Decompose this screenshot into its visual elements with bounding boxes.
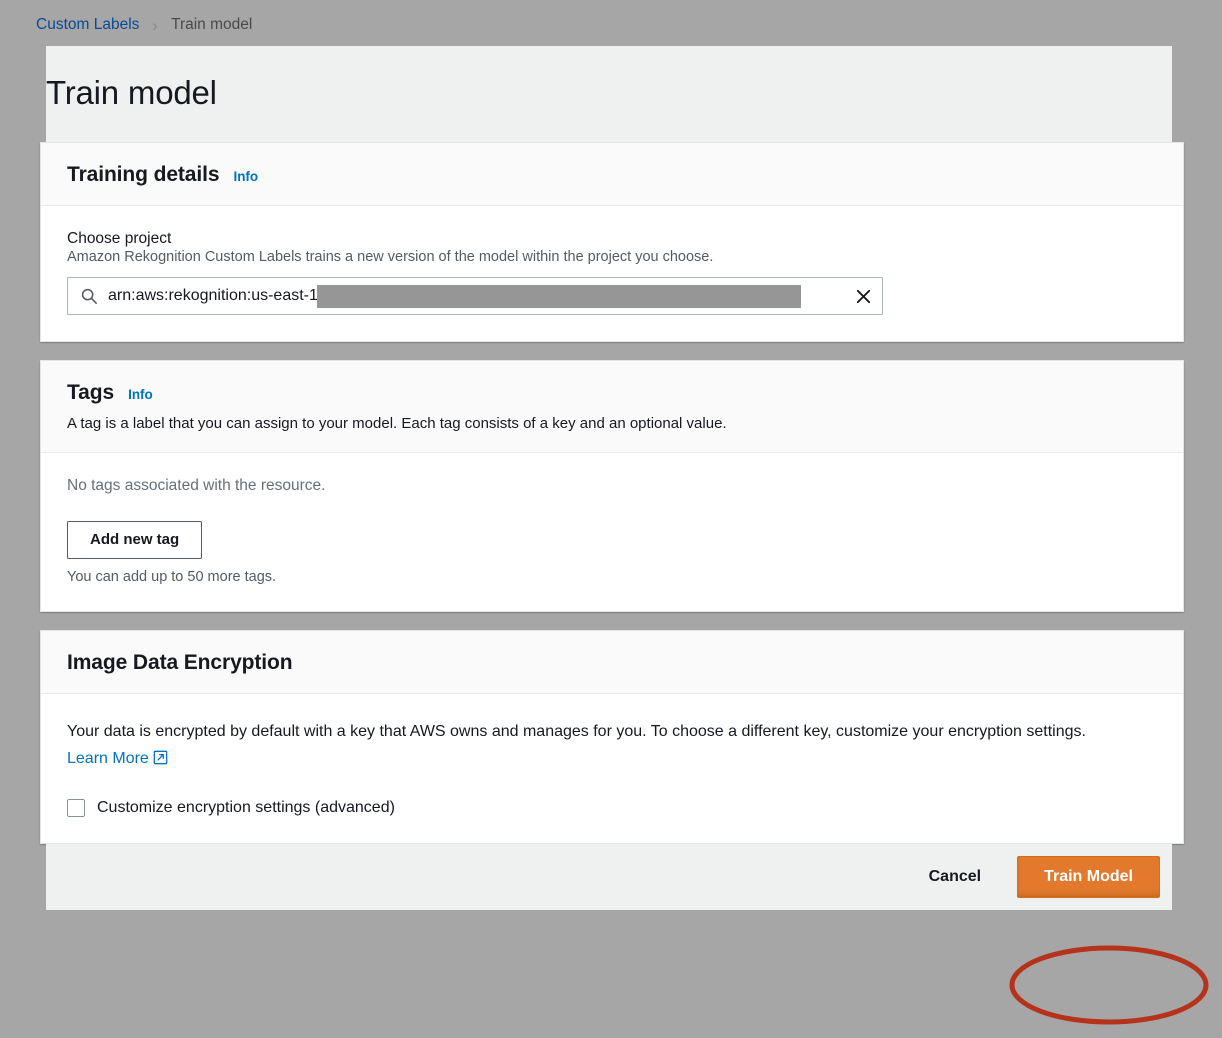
clear-search-button[interactable]	[844, 277, 882, 315]
tags-empty-text: No tags associated with the resource.	[67, 477, 1157, 495]
learn-more-link[interactable]: Learn More	[67, 750, 168, 767]
breadcrumb-current: Train model	[171, 16, 252, 34]
redacted-block	[317, 285, 801, 308]
customize-encryption-row[interactable]: Customize encryption settings (advanced)	[67, 799, 1157, 817]
page-title: Train model	[46, 74, 1172, 112]
form-footer: Cancel Train Model	[46, 844, 1172, 910]
encryption-description-text: Your data is encrypted by default with a…	[67, 723, 1086, 740]
training-details-body: Choose project Amazon Rekognition Custom…	[41, 206, 1183, 341]
encryption-header: Image Data Encryption	[41, 631, 1183, 694]
training-details-info-link[interactable]: Info	[233, 169, 258, 184]
tags-header: Tags Info A tag is a label that you can …	[41, 361, 1183, 453]
external-link-icon	[153, 747, 168, 762]
training-details-card: Training details Info Choose project Ama…	[40, 142, 1184, 342]
encryption-description: Your data is encrypted by default with a…	[67, 718, 1127, 773]
project-search-value: arn:aws:rekognition:us-east-1	[108, 287, 318, 305]
tags-limit-hint: You can add up to 50 more tags.	[67, 569, 1157, 585]
customize-encryption-checkbox[interactable]	[67, 799, 85, 817]
breadcrumb: Custom Labels › Train model	[36, 14, 252, 36]
cancel-button[interactable]: Cancel	[915, 860, 995, 894]
tags-body: No tags associated with the resource. Ad…	[41, 453, 1183, 611]
tags-info-link[interactable]: Info	[128, 387, 153, 402]
encryption-title: Image Data Encryption	[67, 651, 292, 675]
choose-project-description: Amazon Rekognition Custom Labels trains …	[67, 249, 1157, 265]
learn-more-label: Learn More	[67, 750, 149, 767]
tags-card: Tags Info A tag is a label that you can …	[40, 360, 1184, 612]
add-new-tag-button[interactable]: Add new tag	[67, 521, 202, 559]
chevron-right-icon: ›	[153, 17, 158, 34]
choose-project-label: Choose project	[67, 230, 1157, 248]
train-model-button[interactable]: Train Model	[1017, 856, 1160, 898]
tags-description: A tag is a label that you can assign to …	[67, 414, 1157, 434]
breadcrumb-link-custom-labels[interactable]: Custom Labels	[36, 16, 139, 34]
annotation-ellipse	[1008, 944, 1210, 1026]
project-search-input[interactable]: arn:aws:rekognition:us-east-1	[67, 277, 883, 315]
encryption-card: Image Data Encryption Your data is encry…	[40, 630, 1184, 844]
project-search-value-wrap: arn:aws:rekognition:us-east-1	[108, 285, 844, 308]
tags-title: Tags	[67, 381, 114, 405]
page-container: Train model Training details Info Choose…	[46, 46, 1172, 910]
training-details-title: Training details	[67, 163, 219, 187]
customize-encryption-label[interactable]: Customize encryption settings (advanced)	[97, 799, 395, 817]
page-header: Train model	[46, 46, 1172, 142]
training-details-header: Training details Info	[41, 143, 1183, 206]
encryption-body: Your data is encrypted by default with a…	[41, 694, 1183, 843]
search-icon	[80, 287, 98, 305]
